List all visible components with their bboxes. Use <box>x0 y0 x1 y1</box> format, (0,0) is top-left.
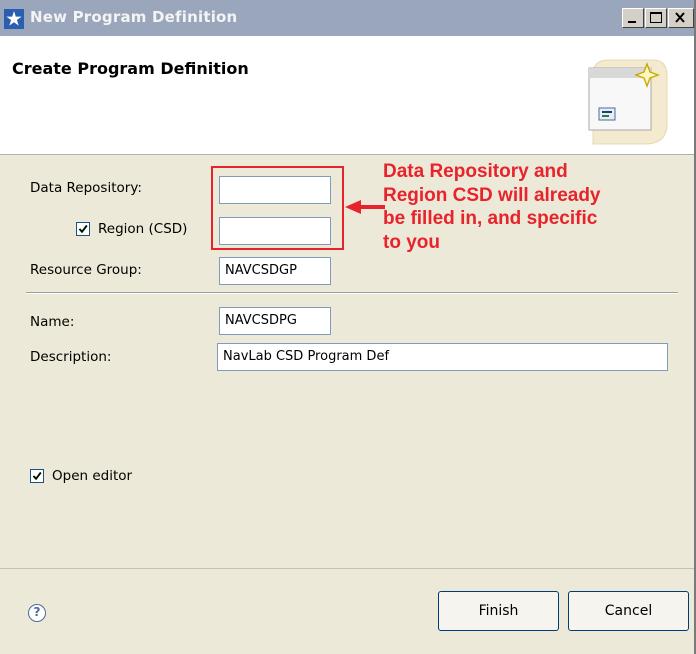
description-field[interactable]: NavLab CSD Program Def <box>217 343 668 371</box>
page-title: Create Program Definition <box>12 59 249 78</box>
open-editor-label: Open editor <box>52 468 133 484</box>
highlight-box <box>211 166 344 250</box>
resource-group-label: Resource Group: <box>30 262 142 278</box>
dialog-window: New Program Definition Create Program De… <box>0 0 696 654</box>
description-label: Description: <box>30 349 112 365</box>
name-field[interactable]: NAVCSDPG <box>219 307 331 335</box>
maximize-button[interactable] <box>645 8 667 28</box>
annotation-line-1: Data Repository and <box>383 161 568 182</box>
form-divider <box>26 292 678 294</box>
checkmark-icon <box>78 224 88 234</box>
name-label: Name: <box>30 314 75 330</box>
annotation-line-2: Region CSD will already <box>383 184 601 206</box>
resource-group-field[interactable]: NAVCSDGP <box>219 257 331 285</box>
region-checkbox[interactable] <box>76 222 90 236</box>
window-title: New Program Definition <box>30 8 238 26</box>
maximize-icon <box>650 12 662 23</box>
annotation-line-4: to you <box>383 231 440 253</box>
title-bar[interactable]: New Program Definition <box>0 0 694 36</box>
cancel-button[interactable]: Cancel <box>568 591 689 631</box>
close-icon <box>675 12 685 23</box>
minimize-button[interactable] <box>622 8 644 28</box>
annotation-note: Data Repository and Region CSD will alre… <box>383 160 696 254</box>
minimize-icon <box>628 21 636 23</box>
open-editor-checkbox[interactable] <box>30 469 44 483</box>
help-icon[interactable]: ? <box>28 604 46 622</box>
close-button[interactable] <box>668 8 694 28</box>
region-label: Region (CSD) <box>98 221 188 237</box>
finish-button[interactable]: Finish <box>438 591 559 631</box>
annotation-arrow-icon <box>345 200 385 214</box>
dialog-header: Create Program Definition <box>0 36 694 155</box>
annotation-line-3: be filled in, and specific <box>383 208 598 229</box>
footer-divider <box>0 568 694 569</box>
wizard-banner-icon <box>588 59 668 145</box>
checkmark-icon <box>32 471 42 481</box>
app-star-icon <box>4 9 24 29</box>
data-repository-label: Data Repository: <box>30 180 142 196</box>
